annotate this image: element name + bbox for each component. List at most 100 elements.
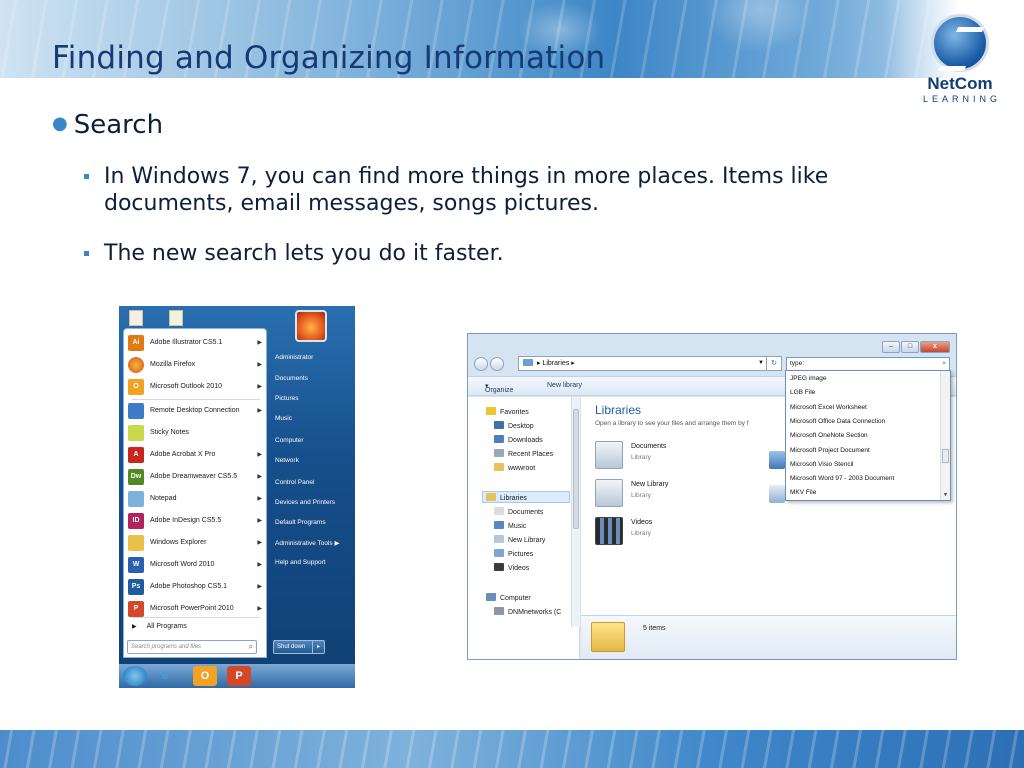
- documents-library-icon: [595, 441, 623, 469]
- nav-wwwroot[interactable]: wwwroot: [494, 463, 535, 472]
- suggestion-item[interactable]: JPEG image: [790, 375, 827, 382]
- suggestion-item[interactable]: Microsoft Visio Stencil: [790, 461, 853, 468]
- logo-sub: LEARNING: [922, 94, 1001, 104]
- new-library-button[interactable]: New library: [547, 382, 582, 389]
- program-item[interactable]: ID Adobe InDesign CS5.5 ▶: [128, 511, 268, 531]
- program-item[interactable]: Mozilla Firefox ▶: [128, 355, 268, 375]
- all-programs-button[interactable]: ▶ All Programs: [132, 623, 187, 630]
- nav-label: Videos: [508, 565, 530, 572]
- bullet-search: ● Search: [52, 110, 163, 140]
- nav-scrollbar[interactable]: [571, 397, 580, 627]
- search-icon: ⌕: [248, 642, 253, 651]
- nav-computer[interactable]: Computer: [486, 593, 531, 602]
- windows-start-icon[interactable]: [123, 666, 147, 686]
- program-item[interactable]: Notepad ▶: [128, 489, 268, 509]
- right-item[interactable]: Default Programs: [275, 519, 326, 526]
- nav-label: Libraries: [500, 495, 527, 502]
- right-item[interactable]: Computer: [275, 437, 304, 444]
- nav-label: Recent Places: [508, 451, 554, 458]
- close-icon[interactable]: x: [920, 341, 950, 353]
- chevron-down-icon[interactable]: ▼: [943, 492, 948, 498]
- powerpoint-taskbar-icon[interactable]: P: [227, 666, 251, 686]
- logo-brand: NetCom: [927, 74, 993, 93]
- library-tile[interactable]: Documents Library: [595, 441, 715, 475]
- right-item[interactable]: Documents: [275, 375, 308, 382]
- program-label: Adobe Illustrator CS5.1: [150, 339, 223, 346]
- nav-pictures[interactable]: Pictures: [494, 549, 533, 558]
- chevron-down-icon[interactable]: ▼: [758, 357, 764, 370]
- program-item[interactable]: Ps Adobe Photoshop CS5.1 ▶: [128, 577, 268, 597]
- nav-desktop[interactable]: Desktop: [494, 421, 534, 430]
- right-item[interactable]: Administrative Tools ▶: [275, 539, 340, 547]
- scrollbar-thumb[interactable]: [573, 409, 579, 529]
- nav-music[interactable]: Music: [494, 521, 526, 530]
- nav-documents[interactable]: Documents: [494, 507, 543, 516]
- suggestion-item[interactable]: MKV File: [790, 489, 816, 496]
- forward-icon[interactable]: [490, 356, 504, 371]
- program-item[interactable]: Windows Explorer ▶: [128, 533, 268, 553]
- program-item[interactable]: W Microsoft Word 2010 ▶: [128, 555, 268, 575]
- nav-label: Computer: [500, 595, 531, 602]
- start-search-input[interactable]: Search programs and files ⌕: [127, 640, 257, 654]
- nav-label: Documents: [508, 509, 544, 516]
- user-avatar[interactable]: [295, 310, 327, 342]
- photoshop-icon: Ps: [128, 579, 144, 595]
- nav-new-library[interactable]: New Library: [494, 535, 545, 544]
- program-item[interactable]: Sticky Notes: [128, 423, 268, 443]
- suggestion-item[interactable]: Microsoft Project Document: [790, 447, 870, 454]
- sub-bullet-2: The new search lets you do it faster.: [84, 240, 924, 267]
- program-item[interactable]: O Microsoft Outlook 2010 ▶: [128, 377, 268, 397]
- dropdown-scrollbar[interactable]: ▼: [940, 371, 950, 500]
- program-item[interactable]: P Microsoft PowerPoint 2010 ▶: [128, 599, 268, 619]
- internet-explorer-icon[interactable]: e: [153, 666, 177, 686]
- desktop-icon: [494, 421, 504, 429]
- nav-favorites[interactable]: Favorites: [486, 407, 529, 416]
- library-tile[interactable]: Videos Library: [595, 517, 715, 551]
- suggestion-item[interactable]: Microsoft Excel Worksheet: [790, 404, 867, 411]
- nav-libraries[interactable]: Libraries: [486, 493, 527, 502]
- clear-icon[interactable]: ×: [942, 358, 946, 370]
- organize-button[interactable]: Organize ▾: [485, 382, 513, 394]
- pictures-library-icon[interactable]: [769, 485, 785, 503]
- scrollbar-thumb[interactable]: [942, 449, 949, 463]
- back-icon[interactable]: [474, 356, 488, 371]
- item-count: 5 items: [643, 625, 666, 632]
- library-icon: [595, 479, 623, 507]
- music-library-icon[interactable]: [769, 451, 785, 469]
- notepad-icon: [128, 491, 144, 507]
- maximize-icon[interactable]: □: [901, 341, 919, 353]
- library-tile[interactable]: New Library Library: [595, 479, 715, 513]
- nav-downloads[interactable]: Downloads: [494, 435, 543, 444]
- search-input[interactable]: type: ×: [786, 357, 950, 371]
- nav-label: Favorites: [500, 409, 529, 416]
- nav-recent[interactable]: Recent Places: [494, 449, 553, 458]
- program-item[interactable]: Ai Adobe Illustrator CS5.1 ▶: [128, 333, 268, 353]
- program-item[interactable]: Dw Adobe Dreamweaver CS5.5 ▶: [128, 467, 268, 487]
- minimize-icon[interactable]: –: [882, 341, 900, 353]
- suggestion-item[interactable]: Microsoft Word 97 - 2003 Document: [790, 475, 894, 482]
- right-item[interactable]: Network: [275, 457, 299, 464]
- outlook-taskbar-icon[interactable]: O: [193, 666, 217, 686]
- right-item[interactable]: Control Panel: [275, 479, 314, 486]
- right-item[interactable]: Help and Support: [275, 559, 326, 566]
- nav-videos[interactable]: Videos: [494, 563, 529, 572]
- program-item[interactable]: A Adobe Acrobat X Pro ▶: [128, 445, 268, 465]
- suggestion-item[interactable]: LGB File: [790, 389, 815, 396]
- program-item[interactable]: Remote Desktop Connection ▶: [128, 401, 268, 421]
- chevron-right-icon[interactable]: ▸: [312, 641, 324, 653]
- right-item[interactable]: Pictures: [275, 395, 298, 402]
- suggestion-item[interactable]: Microsoft OneNote Section: [790, 432, 868, 439]
- right-item[interactable]: Devices and Printers: [275, 499, 335, 506]
- remote-desktop-icon: [128, 403, 144, 419]
- document-icon: [169, 310, 183, 326]
- submenu-arrow-icon: ▶: [257, 518, 262, 524]
- nav-drive[interactable]: DNMnetworks (C: [494, 607, 561, 616]
- refresh-icon[interactable]: ↻: [766, 356, 782, 371]
- address-bar[interactable]: ▸ Libraries ▸ ▼: [518, 356, 768, 371]
- shutdown-button[interactable]: Shut down ▸: [273, 640, 325, 654]
- right-item[interactable]: Music: [275, 415, 292, 422]
- right-item[interactable]: Administrator: [275, 354, 313, 361]
- shutdown-label: Shut down: [277, 644, 306, 650]
- suggestion-item[interactable]: Microsoft Office Data Connection: [790, 418, 885, 425]
- content-title: Libraries: [595, 403, 642, 417]
